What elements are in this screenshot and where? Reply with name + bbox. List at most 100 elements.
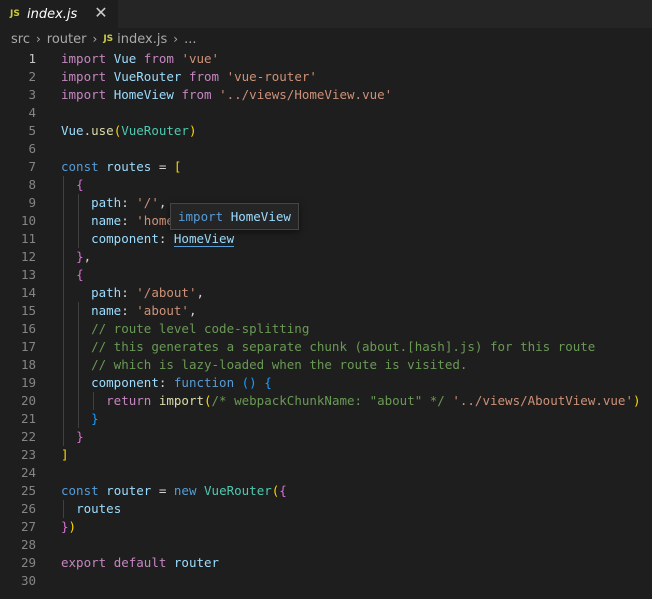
code-text: path: '/', <box>61 194 166 212</box>
code-line[interactable]: 4 <box>0 104 652 122</box>
code-line[interactable]: 21 } <box>0 410 652 428</box>
code-token: Vue <box>113 51 137 66</box>
code-line[interactable]: 24 <box>0 464 652 482</box>
code-text: import HomeView from '../views/HomeView.… <box>61 86 392 104</box>
breadcrumb-item-symbols[interactable]: ... <box>184 32 196 47</box>
code-token: name <box>91 303 122 318</box>
code-editor[interactable]: 1 import Vue from 'vue' 2 import VueRouter … <box>0 50 652 599</box>
code-line[interactable]: 7 const routes = [ <box>0 158 652 176</box>
code-line[interactable]: 5 Vue.use(VueRouter) <box>0 122 652 140</box>
code-token: { <box>279 483 287 498</box>
line-number: 13 <box>20 267 36 282</box>
code-token: , <box>196 285 205 300</box>
code-line[interactable]: 26 routes <box>0 500 652 518</box>
line-number: 5 <box>28 123 36 138</box>
code-line[interactable]: 30 <box>0 572 652 590</box>
code-token: use <box>91 123 114 138</box>
code-token: return <box>106 393 152 408</box>
breadcrumb-item-src[interactable]: src <box>11 32 30 47</box>
line-number: 26 <box>20 501 36 516</box>
code-line[interactable]: 17 // this generates a separate chunk (a… <box>0 338 652 356</box>
code-line[interactable]: 29 export default router <box>0 554 652 572</box>
line-number: 24 <box>20 465 36 480</box>
code-token: '/' <box>136 195 159 210</box>
code-token: path <box>91 195 122 210</box>
line-number: 27 <box>20 519 36 534</box>
code-token: import <box>61 51 107 66</box>
line-number: 22 <box>20 429 36 444</box>
code-line[interactable]: 6 <box>0 140 652 158</box>
code-line[interactable]: 16 // route level code-splitting <box>0 320 652 338</box>
code-token: } <box>76 249 84 264</box>
breadcrumb-item-file[interactable]: index.js <box>117 32 167 47</box>
code-line[interactable]: 13 { <box>0 266 652 284</box>
javascript-file-icon: JS <box>103 34 114 44</box>
breadcrumb-item-router[interactable]: router <box>47 32 87 47</box>
code-token: router <box>106 483 152 498</box>
code-token: // this generates a separate chunk (abou… <box>91 339 596 354</box>
code-text: ] <box>61 446 69 464</box>
code-token: component <box>91 375 159 390</box>
tab-index-js[interactable]: JS index.js ✕ <box>0 0 118 28</box>
code-line[interactable]: 12 }, <box>0 248 652 266</box>
code-token: } <box>61 519 69 534</box>
line-number: 14 <box>20 285 36 300</box>
code-token: 'vue-router' <box>226 69 317 84</box>
code-line[interactable]: 28 <box>0 536 652 554</box>
code-line[interactable]: 18 // which is lazy-loaded when the rout… <box>0 356 652 374</box>
code-line[interactable]: 10 name: 'home <box>0 212 652 230</box>
code-line[interactable]: 9 path: '/', <box>0 194 652 212</box>
code-token: { <box>76 267 84 282</box>
close-icon[interactable]: ✕ <box>92 3 110 23</box>
code-text: { <box>61 266 84 284</box>
code-token: HomeView <box>173 231 235 247</box>
line-number: 1 <box>28 51 36 66</box>
chevron-right-icon: › <box>173 32 179 46</box>
code-token: component <box>91 231 159 246</box>
line-number: 18 <box>20 357 36 372</box>
code-token: VueRouter <box>204 483 272 498</box>
code-text: const routes = [ <box>61 158 181 176</box>
code-token: '/about' <box>136 285 197 300</box>
code-line[interactable]: 15 name: 'about', <box>0 302 652 320</box>
tooltip-keyword: import <box>178 209 224 224</box>
line-number: 10 <box>20 213 36 228</box>
code-text: }) <box>61 518 76 536</box>
code-text: { <box>61 176 84 194</box>
code-line[interactable]: 22 } <box>0 428 652 446</box>
code-token: ) <box>68 519 77 534</box>
code-line[interactable]: 23] <box>0 446 652 464</box>
code-token: : <box>121 285 137 300</box>
code-text: component: function () { <box>61 374 272 392</box>
code-line[interactable]: 2 import VueRouter from 'vue-router' <box>0 68 652 86</box>
code-token: HomeView <box>113 87 174 102</box>
code-line[interactable]: 3 import HomeView from '../views/HomeView… <box>0 86 652 104</box>
code-token: () <box>241 375 257 390</box>
line-number: 12 <box>20 249 36 264</box>
code-token: const <box>61 483 99 498</box>
code-line[interactable]: 20 return import(/* webpackChunkName: "a… <box>0 392 652 410</box>
breadcrumb: src › router › JS index.js › ... <box>0 28 652 50</box>
code-line[interactable]: 1 import Vue from 'vue' <box>0 50 652 68</box>
code-line[interactable]: 27}) <box>0 518 652 536</box>
code-line[interactable]: 19 component: function () { <box>0 374 652 392</box>
code-token: export <box>61 555 107 570</box>
line-number: 4 <box>28 105 36 120</box>
line-number: 8 <box>28 177 36 192</box>
code-token: router <box>173 555 220 570</box>
code-line[interactable]: 11 component: HomeView <box>0 230 652 248</box>
code-line[interactable]: 14 path: '/about', <box>0 284 652 302</box>
line-number: 21 <box>20 411 36 426</box>
code-token: : <box>121 195 137 210</box>
code-line[interactable]: 25 const router = new VueRouter({ <box>0 482 652 500</box>
code-line[interactable]: 8 { <box>0 176 652 194</box>
